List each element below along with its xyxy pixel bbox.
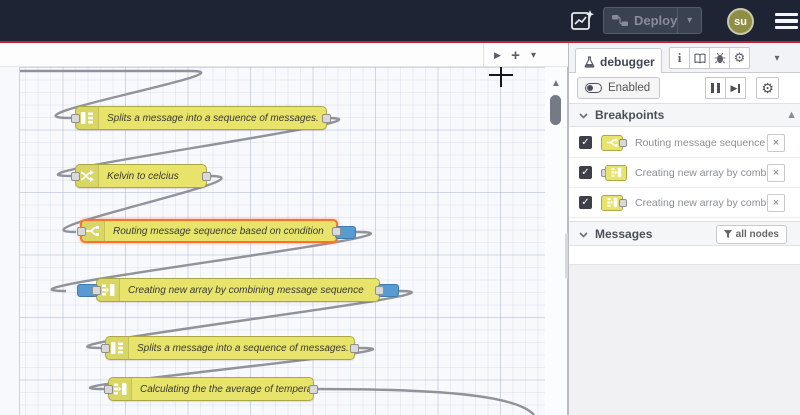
messages-section-header[interactable]: Messages all nodes	[569, 221, 800, 246]
info-tab-icon[interactable]: i	[669, 47, 690, 69]
message-filter-button[interactable]: all nodes	[715, 224, 787, 244]
node-output-port[interactable]	[322, 114, 331, 123]
node-label: Creating new array by combining message …	[128, 284, 364, 296]
wire	[313, 387, 535, 415]
remove-breakpoint-button[interactable]: ×	[767, 163, 785, 182]
breakpoint-checkbox[interactable]: ✓	[579, 166, 592, 179]
export-chart-icon[interactable]	[569, 8, 595, 34]
pause-step-group: ▶	[705, 77, 746, 99]
remove-breakpoint-button[interactable]: ×	[767, 133, 785, 152]
node-input-port[interactable]	[92, 286, 101, 295]
chevron-down-icon	[579, 108, 588, 122]
sidebar-tab-buttons: i ⚙	[669, 47, 750, 69]
flow-list-caret-icon[interactable]: ▾	[525, 43, 542, 67]
join-node-input-icon	[601, 164, 627, 181]
chevron-down-icon	[579, 227, 588, 241]
crosshair-cursor	[489, 67, 513, 87]
flow-node-change[interactable]: Kelvin to celcius	[71, 164, 211, 188]
node-output-port[interactable]	[332, 227, 341, 236]
sidebar: debugger i ⚙ ▾ Enabled ▶ ⚙ Breakpoints ▲…	[568, 43, 800, 415]
switch-node-output-icon	[601, 134, 627, 151]
node-output-port[interactable]	[375, 286, 384, 295]
deploy-label: Deploy	[634, 13, 678, 28]
messages-title: Messages	[595, 226, 653, 241]
join-node-output-icon	[601, 194, 627, 211]
sidebar-tab-bar: debugger i ⚙ ▾	[569, 43, 800, 74]
scroll-tabs-right-icon[interactable]: ▶	[489, 43, 506, 67]
node-output-port[interactable]	[309, 385, 318, 394]
node-label: Splits a message into a sequence of mess…	[107, 112, 319, 124]
flow-node-join-1[interactable]: Creating new array by combining message …	[77, 278, 399, 302]
node-input-port[interactable]	[77, 227, 86, 236]
node-input-port[interactable]	[104, 385, 113, 394]
node-label: Calculating the the average of temperatu…	[140, 383, 313, 395]
flow-node-join-2[interactable]: Calculating the the average of temperatu…	[104, 377, 318, 401]
deploy-nodes-icon	[612, 15, 628, 26]
tab-debugger-label: debugger	[600, 54, 655, 69]
filter-label: all nodes	[735, 228, 779, 240]
pause-icon[interactable]	[705, 77, 726, 99]
node-input-port[interactable]	[71, 172, 80, 181]
canvas-scroll-up-icon[interactable]: ▲	[549, 78, 563, 90]
filter-funnel-icon	[723, 230, 732, 238]
deploy-caret-icon[interactable]: ▾	[677, 8, 701, 33]
flask-icon	[584, 55, 595, 68]
deploy-button[interactable]: Deploy ▾	[603, 7, 702, 34]
breakpoint-checkbox[interactable]: ✓	[579, 196, 592, 209]
help-book-icon[interactable]	[689, 47, 710, 69]
app-header: Deploy ▾ su	[0, 0, 800, 41]
canvas-left-boundary	[0, 67, 20, 415]
node-output-port[interactable]	[202, 172, 211, 181]
node-input-port[interactable]	[101, 344, 110, 353]
breakpoints-section-header[interactable]: Breakpoints ▲	[569, 103, 800, 127]
breakpoint-label: Creating new array by combini	[635, 166, 767, 179]
node-label: Splits a message into a sequence of mess…	[137, 342, 349, 354]
remove-breakpoint-button[interactable]: ×	[767, 193, 785, 212]
node-label: Kelvin to celcius	[107, 170, 179, 182]
debugger-enabled-toggle[interactable]: Enabled	[577, 77, 661, 99]
debug-bug-icon[interactable]	[709, 47, 730, 69]
flow-node-switch[interactable]: Routing message sequence based on condit…	[77, 219, 356, 243]
avatar-initials: su	[734, 15, 747, 28]
flow-canvas[interactable]: Splits a message into a sequence of mess…	[0, 67, 568, 415]
flow-node-split-1[interactable]: Splits a message into a sequence of mess…	[71, 106, 331, 130]
debugger-settings-gear-icon[interactable]: ⚙	[756, 77, 779, 99]
node-output-port[interactable]	[350, 344, 359, 353]
sidebar-scroll-up-icon[interactable]: ▲	[786, 109, 797, 121]
messages-empty-area	[569, 264, 800, 415]
toggle-icon	[585, 83, 602, 93]
node-label: Routing message sequence based on condit…	[113, 225, 324, 237]
enabled-label: Enabled	[608, 82, 651, 94]
breakpoint-checkbox[interactable]: ✓	[579, 136, 592, 149]
tab-strip-edge	[483, 43, 484, 67]
canvas-scrollbar-thumb[interactable]	[550, 95, 561, 125]
debugger-toolbar: Enabled ▶ ⚙	[569, 73, 800, 103]
breakpoints-title: Breakpoints	[595, 108, 665, 122]
step-next-icon[interactable]: ▶	[725, 77, 746, 99]
add-flow-button[interactable]: +	[507, 43, 524, 67]
breakpoint-label: Routing message sequence ba	[635, 136, 767, 149]
breakpoint-row[interactable]: ✓ Creating new array by combini ×	[569, 158, 800, 188]
breakpoint-row[interactable]: ✓ Routing message sequence ba ×	[569, 128, 800, 158]
breakpoint-row[interactable]: ✓ Creating new array by combini ×	[569, 188, 800, 218]
tab-debugger[interactable]: debugger	[575, 48, 662, 74]
workspace-tab-bar: ▶ + ▾	[0, 43, 568, 67]
node-input-port[interactable]	[71, 114, 80, 123]
sidebar-menu-caret-icon[interactable]: ▾	[766, 47, 788, 69]
main-menu-icon[interactable]	[775, 13, 798, 29]
flow-node-split-2[interactable]: Splits a message into a sequence of mess…	[101, 336, 359, 360]
config-gear-icon[interactable]: ⚙	[729, 47, 750, 69]
user-avatar[interactable]: su	[727, 8, 754, 35]
breakpoint-label: Creating new array by combini	[635, 196, 767, 209]
